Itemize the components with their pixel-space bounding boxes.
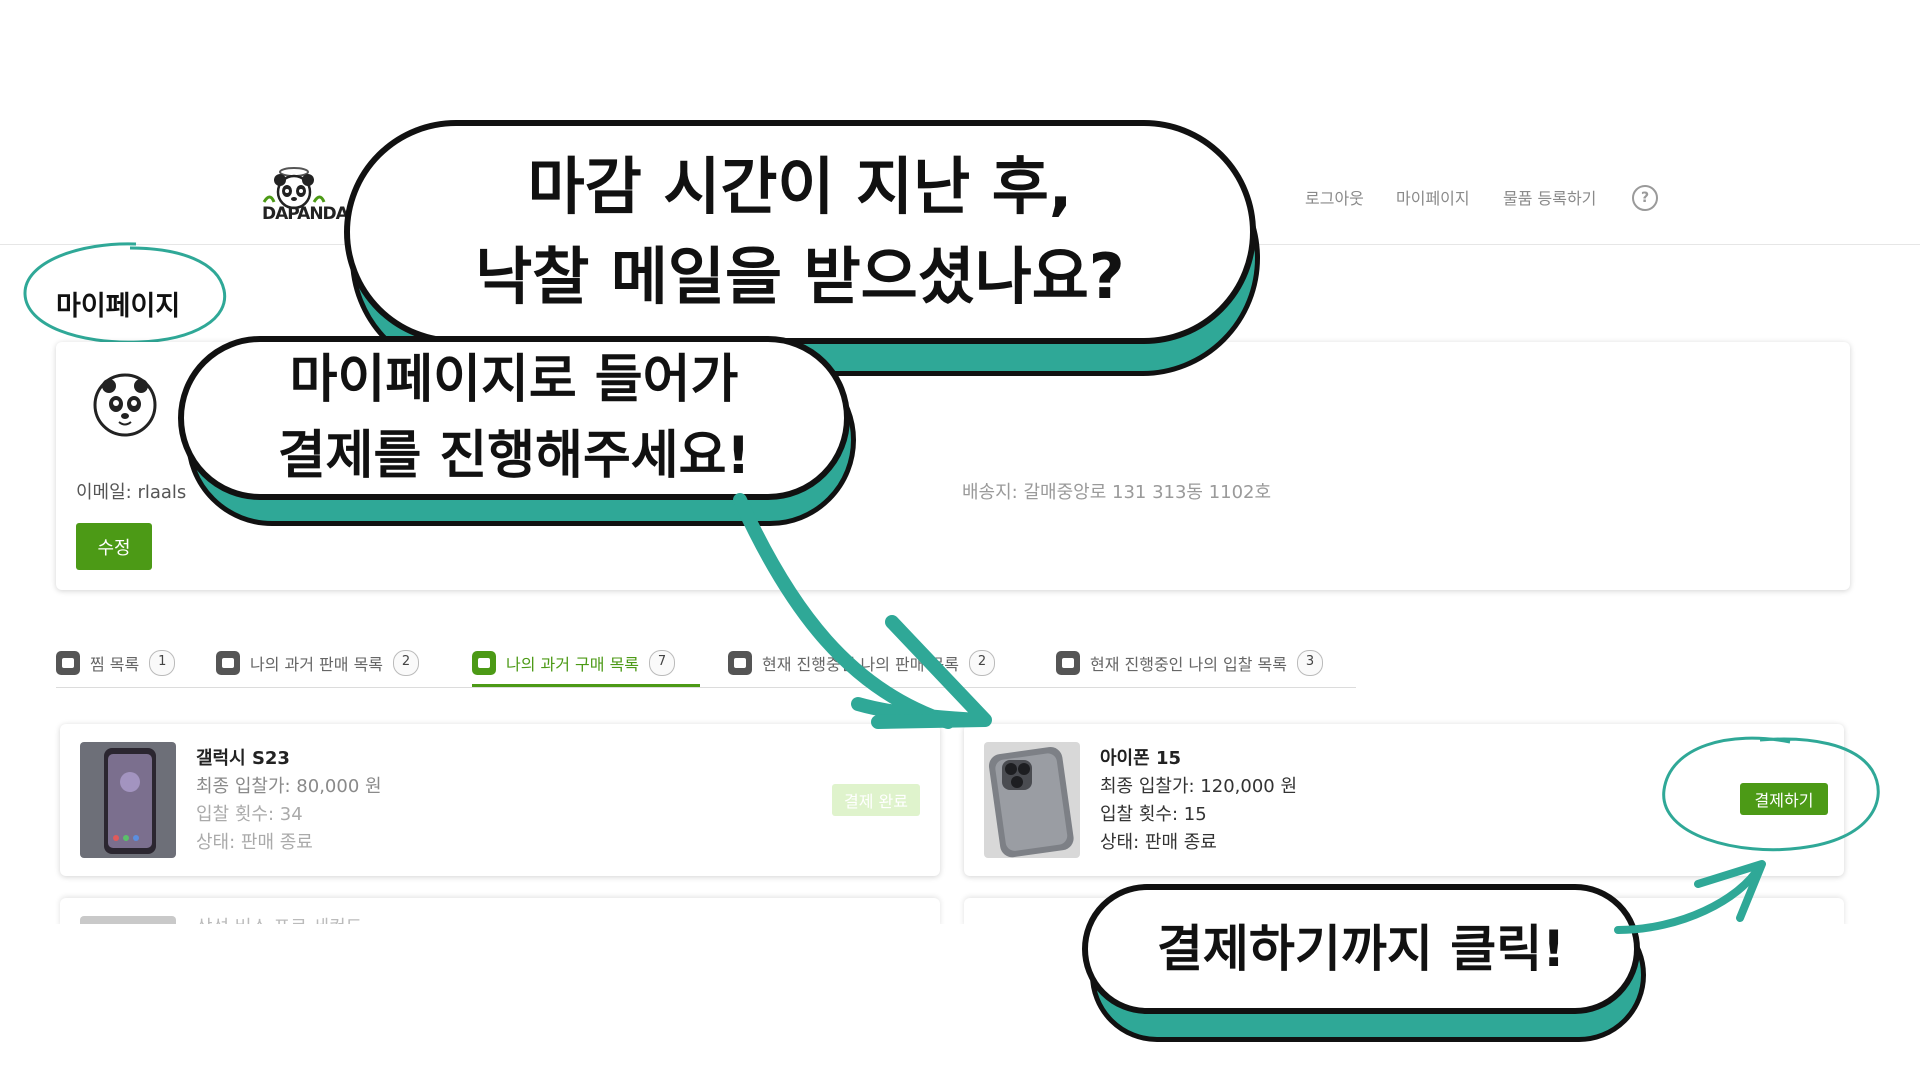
tab-count-badge: 7 [649,650,676,676]
callout-text-line: 결제를 진행해주세요! [277,426,751,486]
tab-count-badge: 2 [968,650,995,676]
tab-count-badge: 1 [149,650,176,676]
final-bid-price: 최종 입찰가: 80,000 원 [196,776,382,797]
callout-text-line: 마감 시간이 지난 후, [527,150,1073,223]
galaxy-phone-image [80,742,176,858]
logout-link[interactable]: 로그아웃 [1305,185,1364,209]
payment-complete-button: 결제 완료 [832,784,920,816]
purchase-item-card: 갤럭시 S23 최종 입찰가: 80,000 원 입찰 횟수: 34 상태: 판… [60,724,940,876]
edit-profile-button[interactable]: 수정 [76,523,152,570]
item-name[interactable]: 아이폰 15 [1100,744,1181,770]
bid-count: 입찰 횟수: 15 [1100,804,1207,825]
item-status: 상태: 판매 종료 [196,832,313,853]
calendar-icon [728,651,752,675]
calendar-icon [1056,651,1080,675]
tab-count-badge: 3 [1296,650,1323,676]
tab-current-bids[interactable]: 현재 진행중인 나의 입찰 목록 3 [1056,640,1323,686]
item-status: 상태: 판매 종료 [1100,832,1217,853]
tab-label: 찜 목록 [90,655,140,674]
callout-text-line: 결제하기까지 클릭! [1156,920,1566,978]
tab-count-badge: 2 [393,650,420,676]
music-icon [216,651,240,675]
tab-label: 나의 과거 판매 목록 [250,655,384,674]
tab-past-sales[interactable]: 나의 과거 판매 목록 2 [216,640,420,686]
logo-text: DAPANDA [262,204,349,224]
mypage-link[interactable]: 마이페이지 [1396,185,1470,209]
item-name[interactable]: 갤럭시 S23 [196,744,290,770]
bid-count: 입찰 횟수: 34 [196,804,303,825]
image-icon [56,651,80,675]
callout-bubble-click: 결제하기까지 클릭! [1082,884,1640,1014]
avatar [93,373,157,437]
iphone-image [984,742,1080,858]
final-bid-price: 최종 입찰가: 120,000 원 [1100,776,1298,797]
tab-label: 현재 진행중인 나의 판매 목록 [762,655,959,674]
help-icon[interactable]: ? [1632,185,1658,211]
highlight-circle-title [23,242,227,344]
callout-text-line: 마이페이지로 들어가 [289,350,739,410]
pay-button[interactable]: 결제하기 [1740,783,1828,815]
tab-label: 현재 진행중인 나의 입찰 목록 [1090,655,1287,674]
tab-wishlist[interactable]: 찜 목록 1 [56,640,176,686]
callout-text-line: 낙찰 메일을 받으셨나요? [475,240,1125,313]
register-item-link[interactable]: 물품 등록하기 [1503,185,1596,209]
callout-bubble-deadline: 마감 시간이 지난 후, 낙찰 메일을 받으셨나요? [344,120,1256,344]
active-tab-underline [472,684,700,687]
mypage-tabs: 찜 목록 1 나의 과거 판매 목록 2 나의 과거 구매 목록 7 현재 진행… [56,640,1356,688]
tab-past-purchases[interactable]: 나의 과거 구매 목록 7 [472,640,676,686]
email-text: 이메일: rlaals [76,482,187,503]
purchase-item-card: 아이폰 15 최종 입찰가: 120,000 원 입찰 횟수: 15 상태: 판… [964,724,1844,876]
callout-bubble-mypage: 마이페이지로 들어가 결제를 진행해주세요! [178,336,850,500]
shipping-address-text: 배송지: 갈매중앙로 131 313동 1102호 [962,482,1272,503]
tab-current-sales[interactable]: 현재 진행중인 나의 판매 목록 2 [728,640,995,686]
tab-label: 나의 과거 구매 목록 [506,655,640,674]
calendar-icon [472,651,496,675]
